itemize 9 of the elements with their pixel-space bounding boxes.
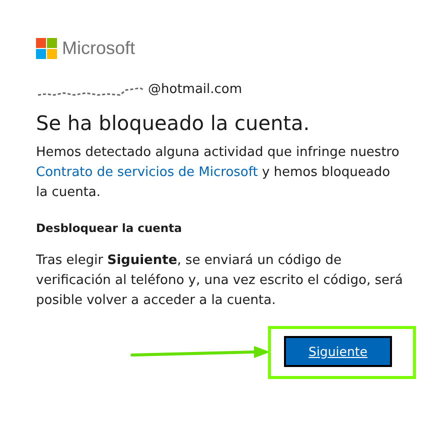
brand-name: Microsoft [62, 38, 136, 59]
page-title: Se ha bloqueado la cuenta. [36, 111, 311, 135]
instructions-text: Tras elegir Siguiente, se enviará un código de verificación al teléfono y, una vez escrito el código, será posible volver a acceder a la cuenta. [36, 252, 404, 310]
account-email: @hotmail.com [148, 82, 242, 97]
section-heading: Desbloquear la cuenta [36, 221, 183, 235]
microsoft-logo-icon [36, 38, 57, 59]
service-agreement-link[interactable]: Contrato de servicios de Microsoft [36, 165, 258, 180]
intro-text: Hemos detectado alguna actividad que infringe nuestro Contrato de servicios de Microsoft y hemos bloqueado la cuenta. [36, 144, 400, 202]
next-button[interactable]: Siguiente [284, 336, 392, 367]
